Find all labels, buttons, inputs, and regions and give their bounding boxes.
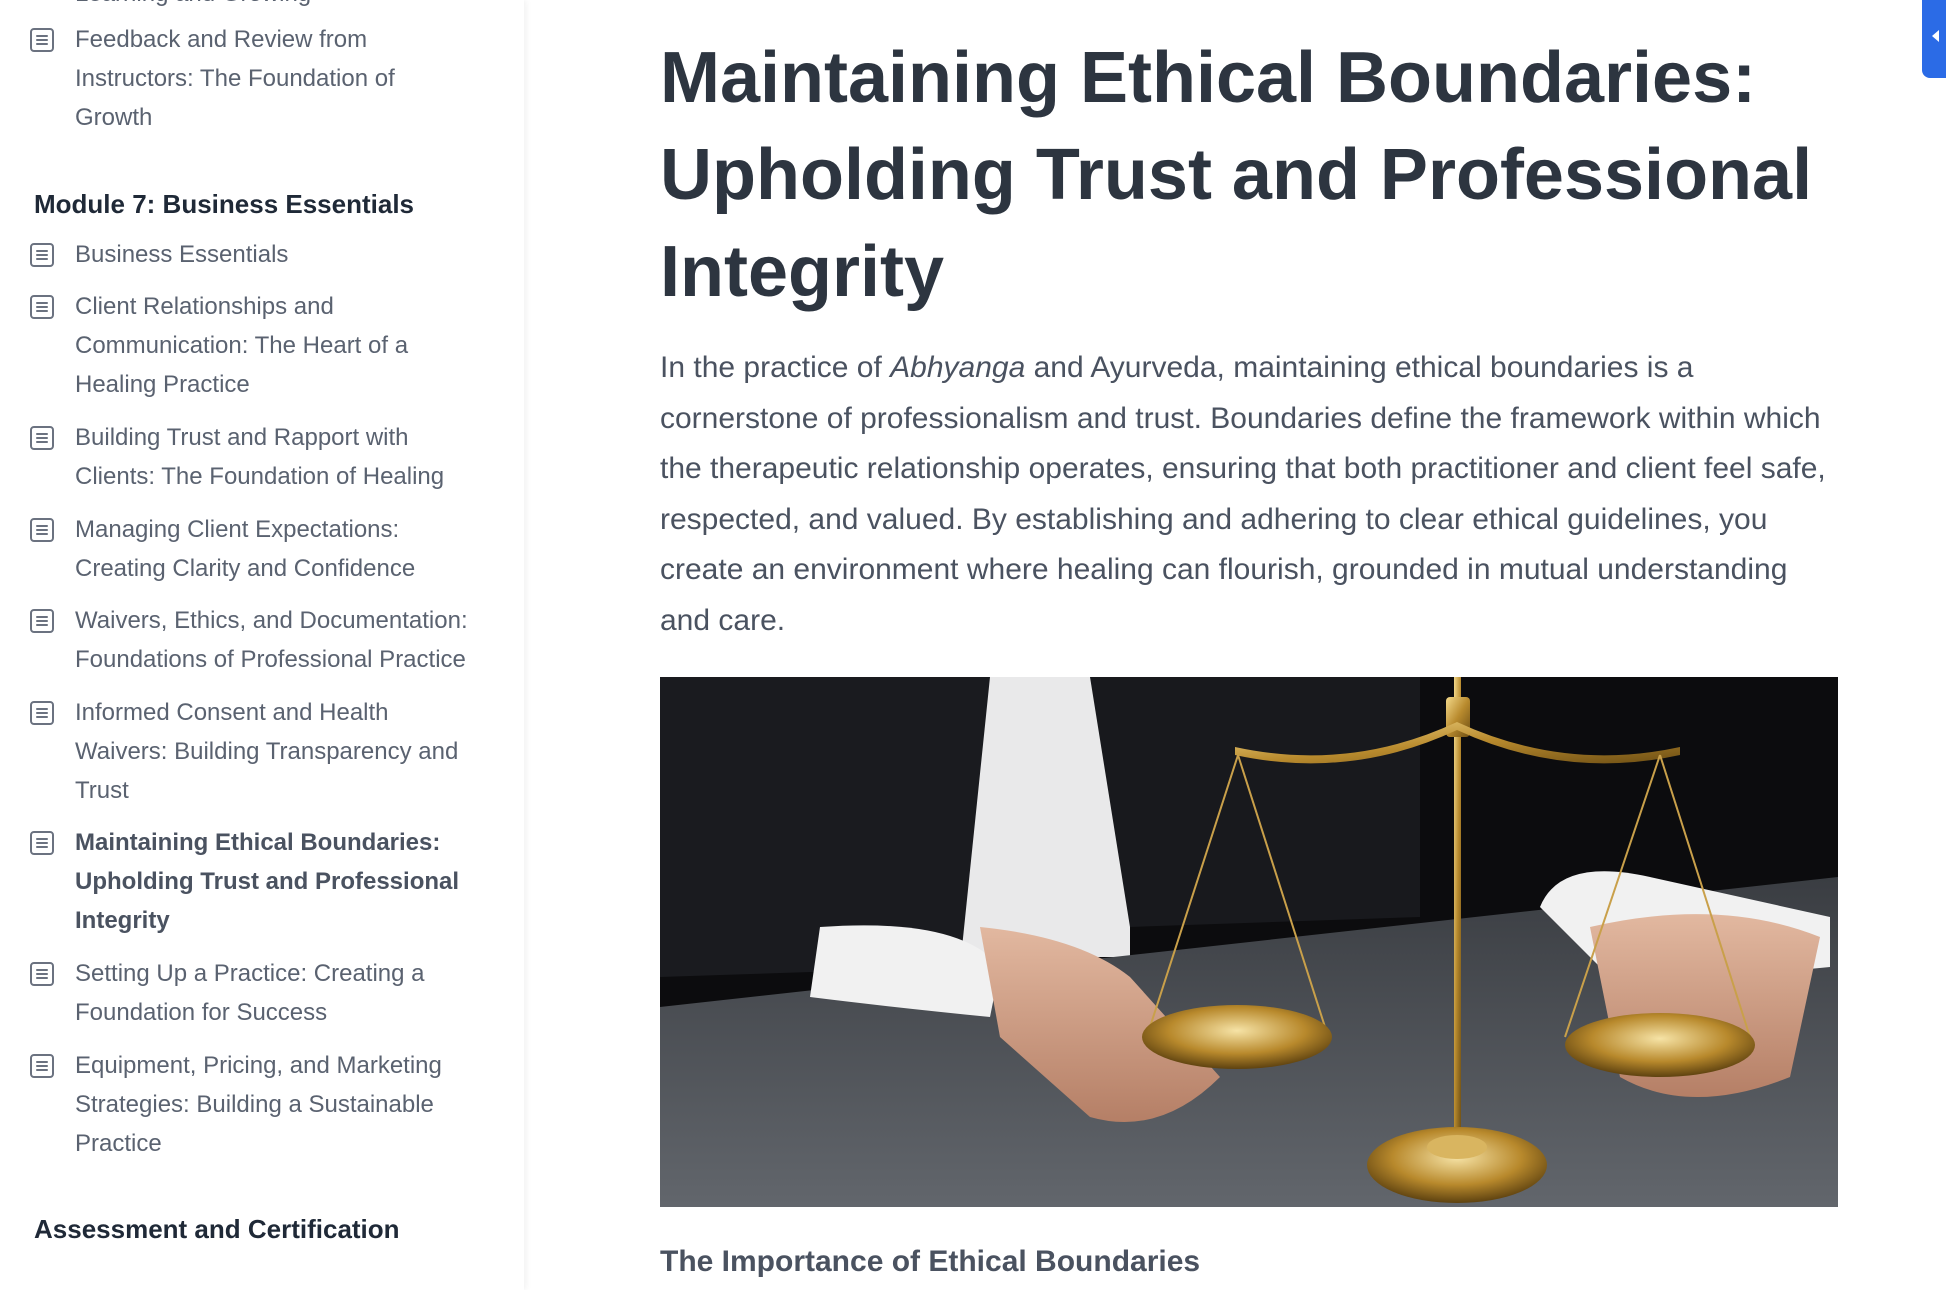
document-icon <box>30 28 54 52</box>
document-icon <box>30 609 54 633</box>
scales-of-justice-image <box>660 677 1838 1207</box>
document-icon <box>30 518 54 542</box>
sidebar-lesson-label: Client Relationships and Communication: … <box>75 293 409 398</box>
sidebar-lesson-feedback-review[interactable]: Feedback and Review from Instructors: Th… <box>30 20 490 137</box>
section-heading: The Importance of Ethical Boundaries <box>660 1245 1201 1278</box>
intro-paragraph: In the practice of Abhyanga and Ayurveda… <box>660 343 1840 646</box>
sidebar-lesson-label: Maintaining Ethical Boundaries: Upholdin… <box>75 829 460 934</box>
document-icon <box>30 831 54 855</box>
document-icon <box>30 243 54 267</box>
document-icon <box>30 962 54 986</box>
sidebar-lesson-client-relationships[interactable]: Client Relationships and Communication: … <box>30 287 490 404</box>
sidebar-lesson-waivers-ethics[interactable]: Waivers, Ethics, and Documentation: Foun… <box>30 601 490 679</box>
sidebar-lesson-ethical-boundaries[interactable]: Maintaining Ethical Boundaries: Upholdin… <box>30 823 490 940</box>
document-icon <box>30 701 54 725</box>
document-icon <box>30 426 54 450</box>
chevron-left-icon <box>1932 30 1939 42</box>
intro-text-end: and Ayurveda, maintaining ethical bounda… <box>660 351 1826 637</box>
sidebar-lesson-building-trust[interactable]: Building Trust and Rapport with Clients:… <box>30 418 490 496</box>
scales-illustration <box>660 677 1838 1207</box>
sidebar-lesson-setting-up-practice[interactable]: Setting Up a Practice: Creating a Founda… <box>30 954 490 1032</box>
sidebar-lesson-business-essentials[interactable]: Business Essentials <box>30 235 490 274</box>
sidebar-lesson-informed-consent[interactable]: Informed Consent and Health Waivers: Bui… <box>30 693 490 810</box>
collapse-panel-button[interactable] <box>1922 0 1946 78</box>
assessment-section-title[interactable]: Assessment and Certification <box>34 1211 400 1247</box>
sidebar-lesson-label: Setting Up a Practice: Creating a Founda… <box>75 960 425 1026</box>
page-title: Maintaining Ethical Boundaries: Upholdin… <box>660 38 1813 312</box>
course-sidebar: Learning and Growing Feedback and Review… <box>0 0 524 1290</box>
sidebar-lesson-label: Building Trust and Rapport with Clients:… <box>75 424 445 490</box>
module-7-title[interactable]: Module 7: Business Essentials <box>34 186 414 222</box>
sidebar-lesson-label: Business Essentials <box>75 241 289 268</box>
sidebar-lesson-label: Waivers, Ethics, and Documentation: Foun… <box>75 607 468 673</box>
intro-emphasis: Abhyanga <box>890 351 1026 384</box>
sidebar-lesson-managing-expectations[interactable]: Managing Client Expectations: Creating C… <box>30 510 490 588</box>
sidebar-lesson-label: Managing Client Expectations: Creating C… <box>75 516 416 582</box>
intro-text-start: In the practice of <box>660 351 891 384</box>
sidebar-lesson-label: Feedback and Review from Instructors: Th… <box>75 26 395 131</box>
document-icon <box>30 1054 54 1078</box>
sidebar-lesson-label: Equipment, Pricing, and Marketing Strate… <box>75 1052 442 1157</box>
sidebar-cutoff-label: Learning and Growing <box>75 0 311 13</box>
document-icon <box>30 295 54 319</box>
sidebar-lesson-label: Informed Consent and Health Waivers: Bui… <box>75 699 459 804</box>
sidebar-lesson-equipment-pricing[interactable]: Equipment, Pricing, and Marketing Strate… <box>30 1046 490 1163</box>
